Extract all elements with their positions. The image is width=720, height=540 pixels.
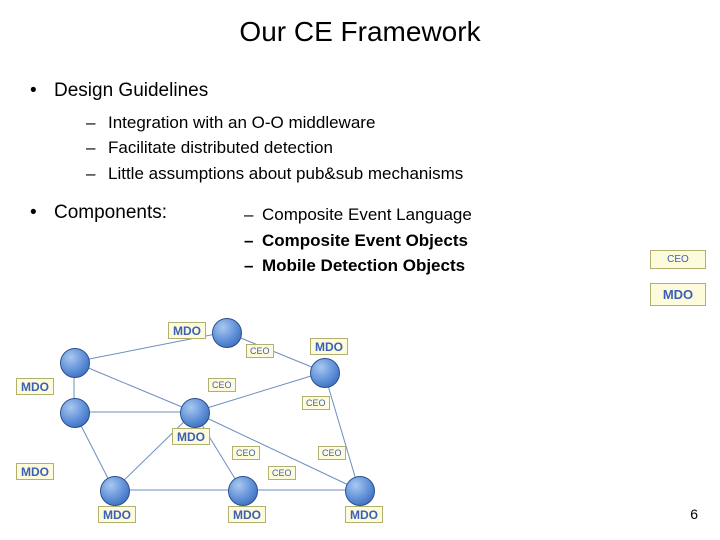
mdo-label: MDO [16,463,54,480]
diagram: MDOMDOMDOMDOMDOMDOMDOMDOCEOCEOCEOCEOCEOC… [50,318,490,518]
bullet-components: • Components: –Composite Event Language … [30,200,590,279]
list-item: –Composite Event Objects [244,228,472,254]
dash-icon: – [86,135,108,161]
mdo-label: MDO [310,338,348,355]
mdo-label: MDO [172,428,210,445]
dash-icon: – [244,253,262,279]
list-item-label: Composite Event Objects [262,228,468,254]
mdo-label: MDO [16,378,54,395]
list-item-label: Facilitate distributed detection [108,135,333,161]
legend-ceo: CEO [650,250,706,269]
bullet-design-heading: Design Guidelines [54,78,208,104]
ceo-label: CEO [208,378,236,392]
diagram-node [180,398,210,428]
list-item: –Mobile Detection Objects [244,253,472,279]
list-item: –Integration with an O-O middleware [86,110,590,136]
ceo-label: CEO [268,466,296,480]
bullet-dot-icon: • [30,78,54,104]
ceo-label: CEO [232,446,260,460]
list-item-label: Integration with an O-O middleware [108,110,375,136]
dash-icon: – [244,202,262,228]
list-item: –Facilitate distributed detection [86,135,590,161]
mdo-label: MDO [98,506,136,523]
bullet-design: • Design Guidelines [30,78,590,104]
diagram-node [60,398,90,428]
legend: CEO MDO [650,250,706,320]
ceo-label: CEO [246,344,274,358]
mdo-label: MDO [345,506,383,523]
dash-icon: – [86,110,108,136]
bullet-dot-icon: • [30,200,54,279]
dash-icon: – [244,228,262,254]
design-sublist: –Integration with an O-O middleware –Fac… [86,110,590,187]
diagram-node [228,476,258,506]
ceo-label: CEO [318,446,346,460]
title-underline [220,53,460,62]
list-item-label: Little assumptions about pub&sub mechani… [108,161,463,187]
list-item-label: Composite Event Language [262,202,472,228]
ceo-label: CEO [302,396,330,410]
list-item-label: Mobile Detection Objects [262,253,465,279]
components-sublist: –Composite Event Language –Composite Eve… [244,202,472,279]
diagram-node [310,358,340,388]
page-number: 6 [690,506,698,522]
diagram-node [100,476,130,506]
slide-body: • Design Guidelines –Integration with an… [30,78,590,285]
mdo-label: MDO [168,322,206,339]
legend-mdo: MDO [650,283,706,306]
bullet-components-heading: Components: [54,200,244,279]
list-item: –Composite Event Language [244,202,472,228]
dash-icon: – [86,161,108,187]
diagram-node [345,476,375,506]
diagram-node [212,318,242,348]
mdo-label: MDO [228,506,266,523]
slide-title: Our CE Framework [0,16,720,48]
diagram-node [60,348,90,378]
list-item: –Little assumptions about pub&sub mechan… [86,161,590,187]
